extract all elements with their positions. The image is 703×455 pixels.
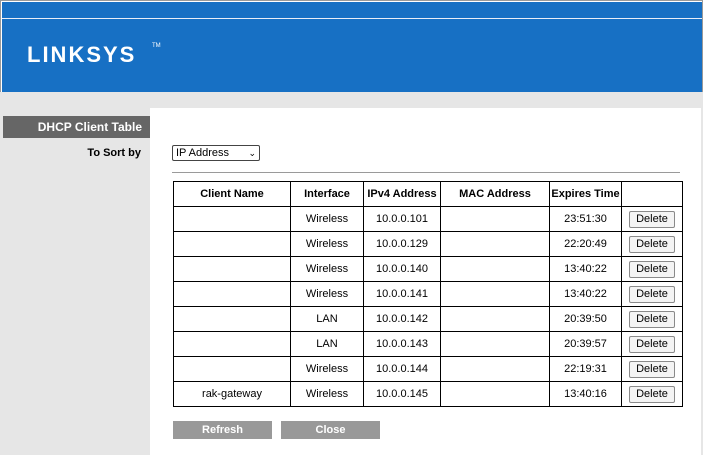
client-name-cell (173, 306, 291, 332)
interface-cell: Wireless (290, 231, 364, 257)
table-row: LAN 10.0.0.142 20:39:50 Delete (173, 306, 683, 332)
dhcp-client-table: Client Name Interface IPv4 Address MAC A… (173, 181, 683, 407)
ipv4-cell: 10.0.0.141 (363, 281, 441, 307)
header-banner: LINKSYS TM (2, 2, 702, 93)
client-name-cell (173, 256, 291, 282)
sort-label: To Sort by (87, 147, 141, 159)
chevron-down-icon: ⌄ (248, 148, 256, 158)
table-header-row: Client Name Interface IPv4 Address MAC A… (173, 181, 683, 207)
expires-cell: 13:40:16 (549, 381, 622, 407)
table-row: Wireless 10.0.0.141 13:40:22 Delete (173, 281, 683, 307)
mac-cell (440, 256, 550, 282)
interface-cell: Wireless (290, 256, 364, 282)
mac-cell (440, 381, 550, 407)
column-header-client-name: Client Name (173, 181, 291, 207)
table-row: Wireless 10.0.0.144 22:19:31 Delete (173, 356, 683, 382)
table-row: LAN 10.0.0.143 20:39:57 Delete (173, 331, 683, 357)
table-row: Wireless 10.0.0.140 13:40:22 Delete (173, 256, 683, 282)
action-cell: Delete (621, 256, 683, 282)
expires-cell: 20:39:50 (549, 306, 622, 332)
client-name-cell (173, 331, 291, 357)
delete-button[interactable]: Delete (629, 310, 675, 328)
ipv4-cell: 10.0.0.140 (363, 256, 441, 282)
close-button[interactable]: Close (281, 421, 380, 439)
interface-cell: Wireless (290, 206, 364, 232)
mac-cell (440, 306, 550, 332)
action-cell: Delete (621, 306, 683, 332)
sort-select-value: IP Address (176, 147, 229, 159)
table-row: Wireless 10.0.0.129 22:20:49 Delete (173, 231, 683, 257)
action-cell: Delete (621, 356, 683, 382)
expires-cell: 13:40:22 (549, 256, 622, 282)
interface-cell: LAN (290, 331, 364, 357)
expires-cell: 23:51:30 (549, 206, 622, 232)
mac-cell (440, 231, 550, 257)
interface-cell: Wireless (290, 381, 364, 407)
ipv4-cell: 10.0.0.145 (363, 381, 441, 407)
delete-button[interactable]: Delete (629, 360, 675, 378)
ipv4-cell: 10.0.0.144 (363, 356, 441, 382)
expires-cell: 22:20:49 (549, 231, 622, 257)
client-name-cell: rak-gateway (173, 381, 291, 407)
column-header-expires: Expires Time (549, 181, 622, 207)
expires-cell: 13:40:22 (549, 281, 622, 307)
ipv4-cell: 10.0.0.142 (363, 306, 441, 332)
action-cell: Delete (621, 331, 683, 357)
mac-cell (440, 206, 550, 232)
delete-button[interactable]: Delete (629, 235, 675, 253)
table-row: Wireless 10.0.0.101 23:51:30 Delete (173, 206, 683, 232)
expires-cell: 22:19:31 (549, 356, 622, 382)
action-cell: Delete (621, 381, 683, 407)
column-header-ipv4: IPv4 Address (363, 181, 441, 207)
client-name-cell (173, 206, 291, 232)
refresh-button[interactable]: Refresh (173, 421, 272, 439)
ipv4-cell: 10.0.0.129 (363, 231, 441, 257)
mac-cell (440, 331, 550, 357)
column-header-mac: MAC Address (440, 181, 550, 207)
divider (172, 172, 680, 173)
interface-cell: Wireless (290, 281, 364, 307)
mac-cell (440, 356, 550, 382)
column-header-interface: Interface (290, 181, 364, 207)
trademark-mark: TM (152, 43, 161, 49)
table-row: rak-gateway Wireless 10.0.0.145 13:40:16… (173, 381, 683, 407)
delete-button[interactable]: Delete (629, 260, 675, 278)
delete-button[interactable]: Delete (629, 335, 675, 353)
delete-button[interactable]: Delete (629, 285, 675, 303)
client-name-cell (173, 281, 291, 307)
client-name-cell (173, 356, 291, 382)
action-cell: Delete (621, 231, 683, 257)
section-title: DHCP Client Table (3, 116, 150, 138)
delete-button[interactable]: Delete (629, 385, 675, 403)
column-header-action (621, 181, 683, 207)
client-name-cell (173, 231, 291, 257)
action-cell: Delete (621, 206, 683, 232)
left-column (1, 108, 150, 308)
header-divider (2, 18, 702, 19)
expires-cell: 20:39:57 (549, 331, 622, 357)
delete-button[interactable]: Delete (629, 210, 675, 228)
ipv4-cell: 10.0.0.101 (363, 206, 441, 232)
linksys-logo: LINKSYS (27, 42, 137, 67)
interface-cell: LAN (290, 306, 364, 332)
mac-cell (440, 281, 550, 307)
interface-cell: Wireless (290, 356, 364, 382)
sort-select[interactable]: IP Address ⌄ (172, 145, 260, 161)
ipv4-cell: 10.0.0.143 (363, 331, 441, 357)
action-cell: Delete (621, 281, 683, 307)
